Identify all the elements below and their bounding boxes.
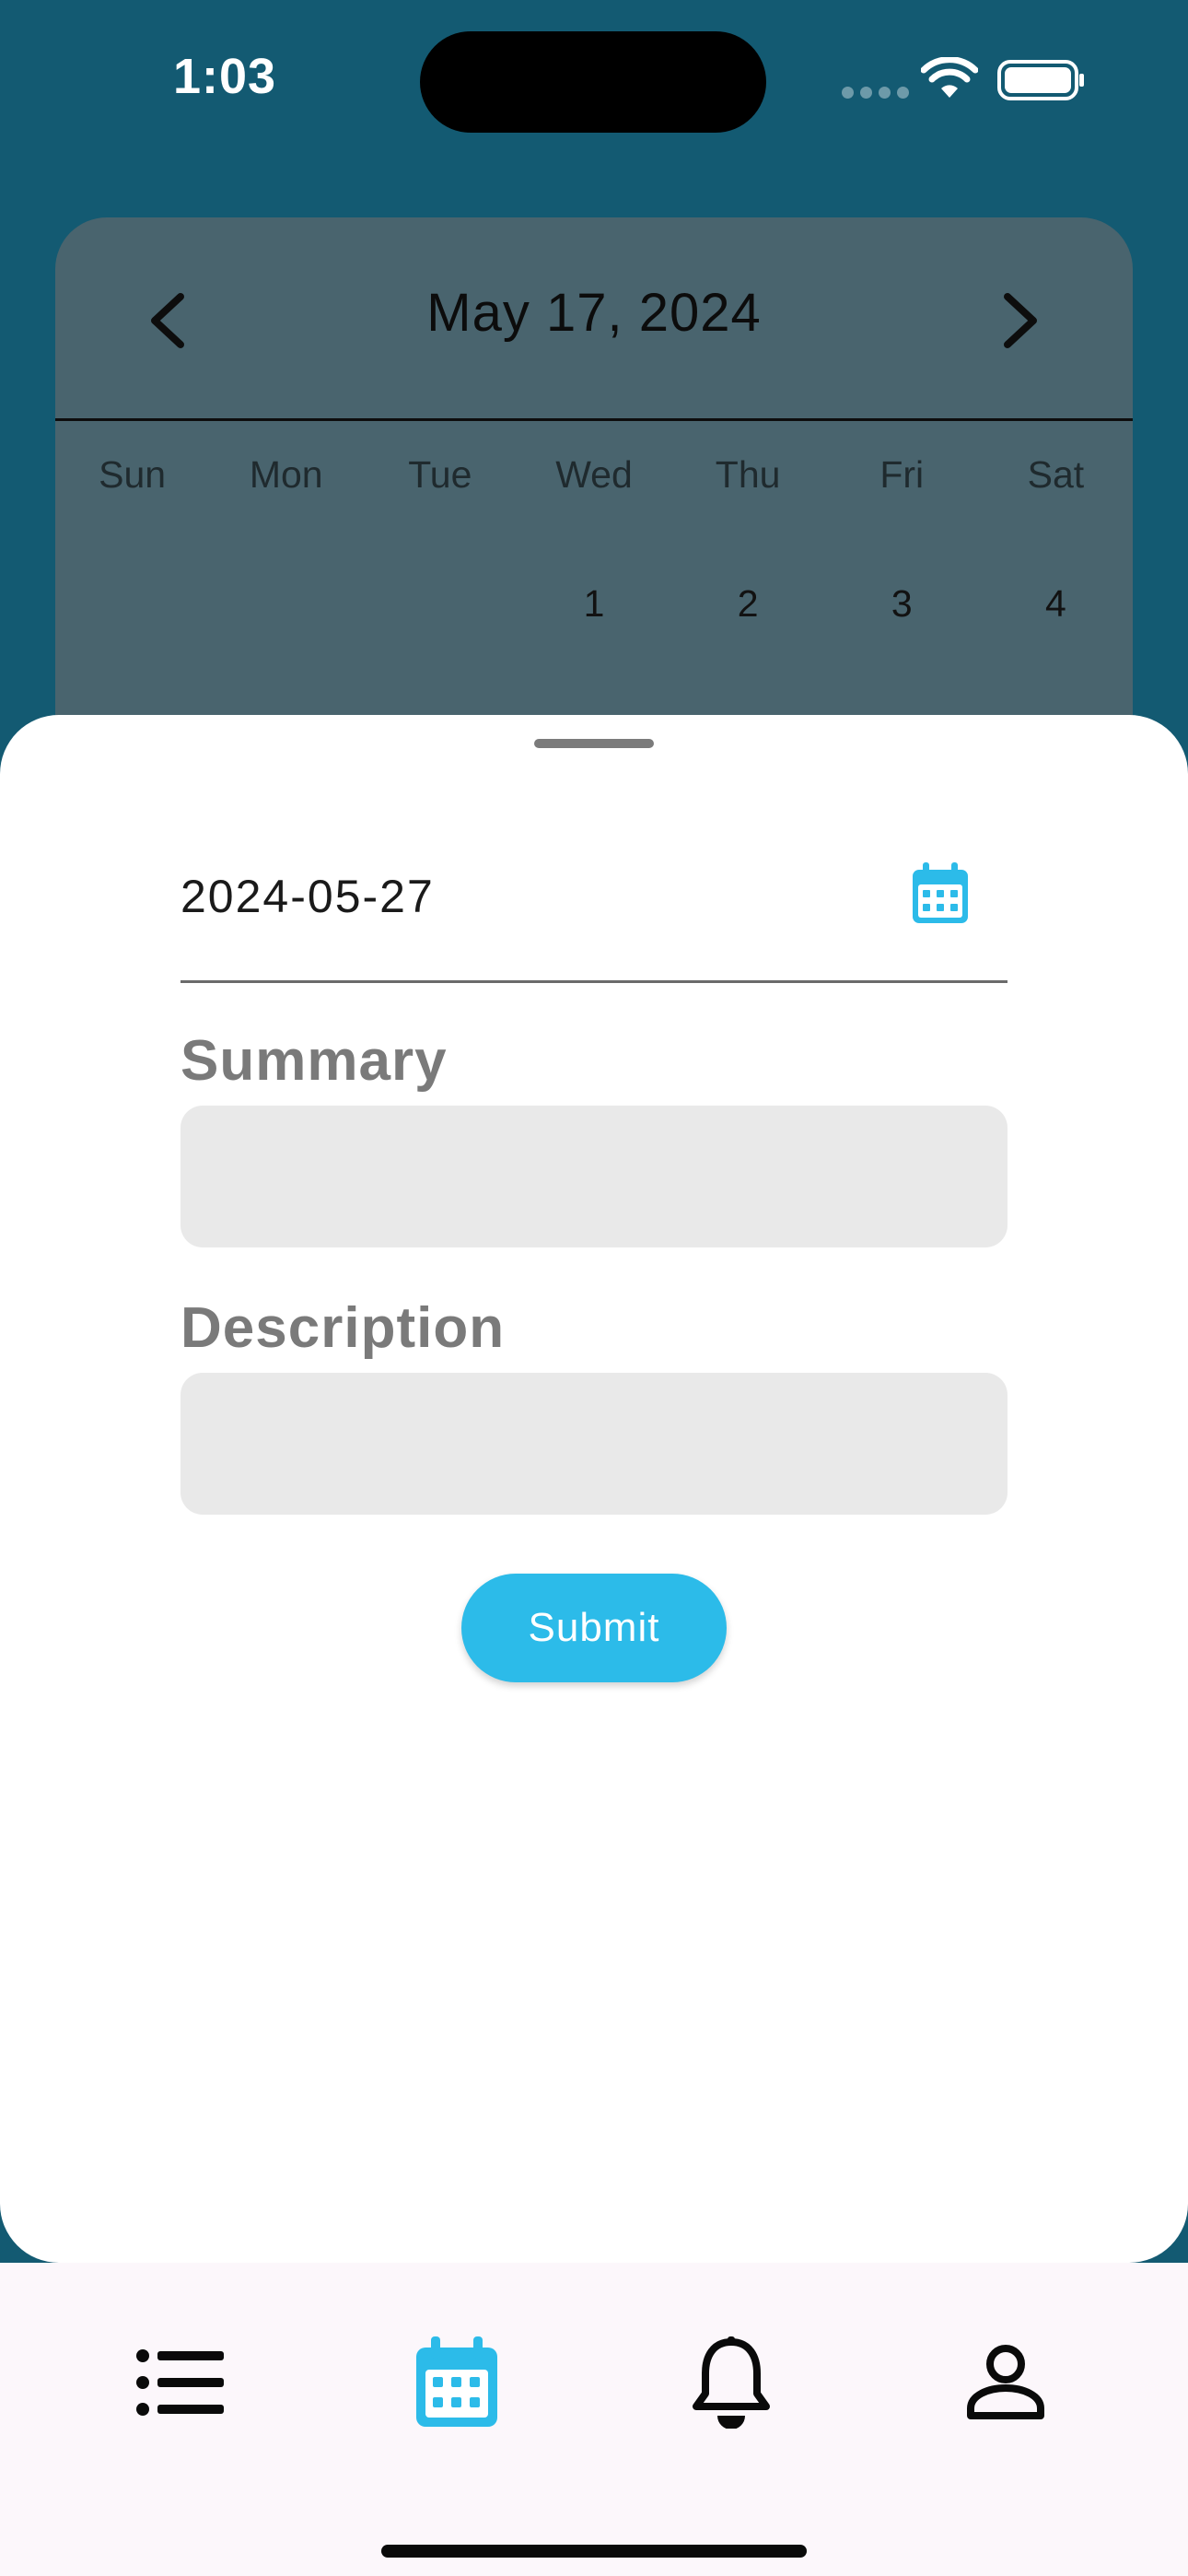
home-indicator[interactable] (381, 2545, 807, 2558)
submit-button[interactable]: Submit (461, 1574, 727, 1682)
calendar-day (363, 582, 517, 626)
date-field[interactable]: 2024-05-27 (181, 840, 1007, 983)
date-value: 2024-05-27 (181, 871, 435, 922)
status-time: 1:03 (173, 49, 277, 104)
bottom-nav (0, 2263, 1188, 2576)
weekday-label: Sat (1027, 453, 1085, 496)
weekday-label: Sun (99, 453, 167, 496)
description-input[interactable] (181, 1373, 1007, 1515)
calendar-picker-icon[interactable] (910, 861, 971, 927)
calendar-day[interactable]: 1 (517, 582, 670, 626)
calendar-icon (416, 2336, 497, 2427)
calendar-divider (55, 418, 1133, 421)
weekday-label: Mon (249, 453, 323, 496)
calendar-day (55, 582, 209, 626)
calendar-day[interactable]: 3 (825, 582, 979, 626)
calendar-day[interactable]: 4 (979, 582, 1133, 626)
nav-item-calendar[interactable] (402, 2327, 512, 2438)
weekday-label: Thu (715, 453, 781, 496)
dynamic-island (420, 31, 766, 133)
signal-icon (842, 87, 909, 99)
calendar-day[interactable]: 2 (671, 582, 825, 626)
calendar-title: May 17, 2024 (426, 283, 762, 343)
weekday-label: Wed (555, 453, 633, 496)
sheet-drag-handle[interactable] (534, 739, 654, 748)
weekday-label: Fri (879, 453, 925, 496)
weekday-header-row: Sun Mon Tue Wed Thu Fri Sat (55, 453, 1133, 497)
summary-label: Summary (181, 1029, 448, 1093)
chevron-right-icon[interactable] (1002, 291, 1042, 350)
calendar-day (209, 582, 363, 626)
weekday-label: Tue (408, 453, 472, 496)
bottom-sheet: 2024-05-27 Summary Description Submit (0, 715, 1188, 2263)
nav-item-profile[interactable] (950, 2327, 1061, 2438)
description-label: Description (181, 1296, 506, 1360)
bell-icon (693, 2336, 770, 2429)
calendar-week-row: 1 2 3 4 (55, 582, 1133, 626)
wifi-icon (921, 57, 978, 98)
nav-item-list[interactable] (125, 2327, 236, 2438)
nav-item-notifications[interactable] (676, 2327, 786, 2438)
list-icon (136, 2349, 224, 2416)
battery-icon (997, 60, 1084, 100)
person-icon (967, 2345, 1044, 2419)
summary-input[interactable] (181, 1106, 1007, 1247)
